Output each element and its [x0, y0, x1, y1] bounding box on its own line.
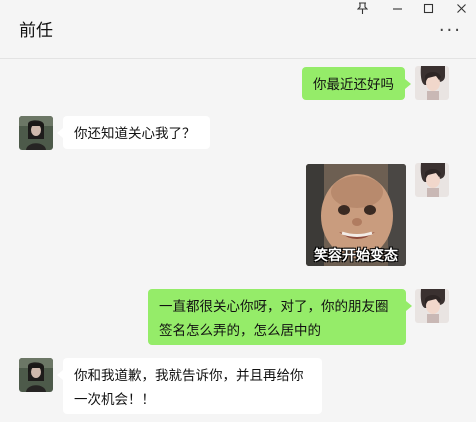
message-bubble-received[interactable]: 你和我道歉，我就告诉你，并且再给你 一次机会！！ [57, 358, 322, 414]
message-bubble-sent[interactable]: 你最近还好吗 [302, 67, 411, 100]
more-options-icon[interactable]: ··· [439, 22, 462, 40]
message-text-line: 你和我道歉，我就告诉你，并且再给你 [74, 368, 304, 384]
chat-header: 前任 ··· [0, 0, 476, 59]
my-avatar[interactable] [415, 289, 449, 323]
chat-title: 前任 [19, 21, 53, 41]
message-text-line: 一直都很关心你呀，对了，你的朋友圈 [159, 299, 389, 315]
sticker-caption: 笑容开始变态 [314, 248, 398, 264]
minimize-icon[interactable] [392, 2, 403, 18]
message-bubble-sent[interactable]: 一直都很关心你呀，对了，你的朋友圈 签名怎么弄的，怎么居中的 [148, 289, 412, 345]
contact-avatar[interactable] [19, 116, 53, 150]
message-text-line: 一次机会！！ [74, 392, 155, 408]
message-bubble-received[interactable]: 你还知道关心我了？ [57, 116, 210, 149]
my-avatar[interactable] [415, 66, 449, 100]
close-icon[interactable] [456, 2, 467, 18]
contact-avatar[interactable] [19, 358, 53, 392]
message-text-line: 签名怎么弄的，怎么居中的 [159, 323, 321, 339]
message-text: 你还知道关心我了？ [74, 126, 196, 142]
sticker-message[interactable]: 笑容开始变态 [306, 164, 406, 266]
message-text: 你最近还好吗 [313, 77, 394, 93]
my-avatar[interactable] [415, 163, 449, 197]
pin-icon[interactable] [356, 2, 369, 18]
maximize-icon[interactable] [423, 2, 434, 18]
